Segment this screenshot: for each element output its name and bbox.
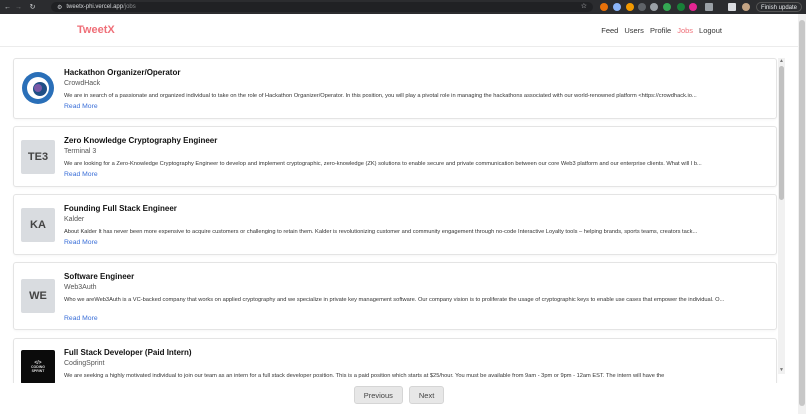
read-more-link[interactable]: Read More (64, 315, 98, 322)
finish-update-button[interactable]: Finish update (755, 2, 802, 12)
extensions-puzzle-icon[interactable] (705, 3, 713, 11)
forward-icon[interactable]: → (13, 4, 24, 11)
page-scrollbar-thumb[interactable] (799, 20, 805, 406)
job-company: Terminal 3 (64, 148, 97, 155)
job-card: KA Founding Full Stack Engineer Kalder A… (13, 194, 777, 255)
kalder-logo: KA (21, 208, 55, 242)
read-more-link[interactable]: Read More (64, 103, 98, 110)
scroll-up-icon[interactable]: ▲ (778, 58, 785, 65)
nav-feed[interactable]: Feed (601, 26, 618, 35)
read-more-link[interactable]: Read More (64, 171, 98, 178)
extension-icon[interactable] (650, 3, 658, 11)
list-scrollbar-thumb[interactable] (779, 66, 784, 200)
job-company: Kalder (64, 216, 85, 223)
job-description: About Kalder It has never been more expe… (64, 229, 698, 235)
job-title[interactable]: Founding Full Stack Engineer (64, 204, 177, 213)
previous-button[interactable]: Previous (353, 386, 403, 404)
extension-icon[interactable] (638, 3, 646, 11)
job-title[interactable]: Hackathon Organizer/Operator (64, 68, 180, 77)
job-description: We are looking for a Zero-Knowledge Cryp… (64, 161, 702, 167)
scroll-down-icon[interactable]: ▼ (778, 367, 785, 374)
job-card: </> CODING SPRINT Full Stack Developer (… (13, 338, 777, 383)
codingsprint-logo-line: SPRINT (31, 369, 45, 373)
job-description: We are in search of a passionate and org… (64, 93, 697, 99)
job-company: Web3Auth (64, 284, 97, 291)
job-description: We are seeking a highly motivated indivi… (64, 373, 665, 379)
url-text: tweetx-phi.vercel.app/jobs (66, 4, 136, 10)
brand-logo[interactable]: TweetX (77, 24, 115, 36)
job-title[interactable]: Zero Knowledge Cryptography Engineer (64, 136, 217, 145)
terminal3-logo: TE3 (21, 140, 55, 174)
job-card: TE3 Zero Knowledge Cryptography Engineer… (13, 126, 777, 187)
jobs-list: Hackathon Organizer/Operator CrowdHack W… (0, 48, 798, 383)
job-card: WE Software Engineer Web3Auth Who we are… (13, 262, 777, 330)
extension-icon[interactable] (677, 3, 685, 11)
profile-avatar-icon[interactable] (742, 3, 750, 11)
extension-icon[interactable] (600, 3, 608, 11)
app-header: TweetX Feed Users Profile Jobs Logout (0, 14, 798, 47)
address-bar[interactable]: ⚙ tweetx-phi.vercel.app/jobs ☆ (51, 2, 593, 12)
nav-profile[interactable]: Profile (650, 26, 671, 35)
next-button[interactable]: Next (408, 386, 445, 404)
nav-users[interactable]: Users (624, 26, 644, 35)
job-title[interactable]: Software Engineer (64, 272, 134, 281)
reload-icon[interactable]: ↻ (27, 3, 38, 11)
main-nav: Feed Users Profile Jobs Logout (601, 26, 722, 35)
extension-icon[interactable] (626, 3, 634, 11)
nav-jobs[interactable]: Jobs (677, 26, 693, 35)
job-company: CrowdHack (64, 80, 101, 87)
site-info-icon[interactable]: ⚙ (57, 4, 62, 11)
pagination: Previous Next (0, 386, 798, 408)
back-icon[interactable]: ← (2, 4, 13, 11)
extension-icon[interactable] (663, 3, 671, 11)
job-card: Hackathon Organizer/Operator CrowdHack W… (13, 58, 777, 119)
nav-logout[interactable]: Logout (699, 26, 722, 35)
job-company: CodingSprint (64, 360, 105, 367)
extension-icon[interactable] (689, 3, 697, 11)
sidebar-icon[interactable] (728, 3, 736, 11)
browser-toolbar: ← → ↻ ⚙ tweetx-phi.vercel.app/jobs ☆ Fin… (0, 0, 806, 14)
job-description: Who we areWeb3Auth is a VC-backed compan… (64, 297, 725, 303)
extension-icon[interactable] (613, 3, 621, 11)
crowdhack-logo-mark (22, 72, 54, 104)
codingsprint-logo: </> CODING SPRINT (21, 350, 55, 383)
crowdhack-logo (21, 71, 55, 105)
read-more-link[interactable]: Read More (64, 239, 98, 246)
job-title[interactable]: Full Stack Developer (Paid Intern) (64, 348, 192, 357)
bookmark-star-icon[interactable]: ☆ (581, 2, 587, 12)
web3auth-logo: WE (21, 279, 55, 313)
